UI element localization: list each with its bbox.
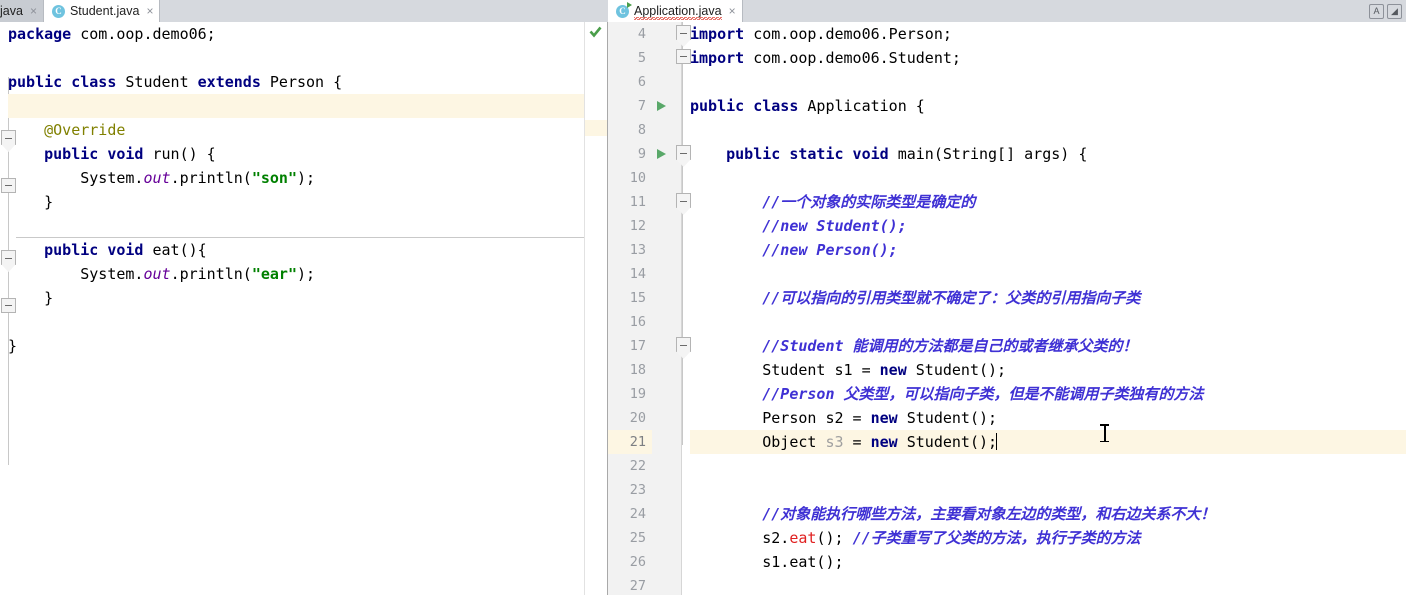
close-icon[interactable]: ×: [28, 5, 37, 17]
code-line[interactable]: [8, 310, 585, 334]
line-number: 23: [629, 482, 646, 498]
right-editor-pane[interactable]: 4 5 6 7 8 9 10 11 12 13 14 15 16 17 18 19 20 21 22 23 24 25 26…: [608, 22, 1406, 595]
fold-guide-line: [682, 22, 683, 445]
line-number: 18: [629, 362, 646, 378]
left-inspection-gutter[interactable]: [584, 22, 607, 595]
tab-label: Student.java: [69, 4, 140, 18]
mouse-text-cursor: [1100, 424, 1109, 442]
right-editor-tabbar: C Application.java ×: [608, 0, 1336, 22]
left-editor-pane[interactable]: package com.oop.demo06; public class Stu…: [0, 22, 608, 595]
code-line[interactable]: [690, 478, 1406, 502]
code-line[interactable]: }: [8, 190, 585, 214]
code-line[interactable]: System.out.println("ear");: [8, 262, 585, 286]
code-line[interactable]: }: [8, 286, 585, 310]
line-number: 26: [629, 554, 646, 570]
code-line[interactable]: //一个对象的实际类型是确定的: [690, 190, 1406, 214]
code-line[interactable]: [690, 118, 1406, 142]
close-icon[interactable]: ×: [727, 5, 736, 17]
line-number: 5: [637, 50, 646, 66]
run-arrow-icon[interactable]: [654, 94, 668, 118]
current-line-marker: [585, 120, 607, 136]
tab-label: java: [0, 4, 23, 18]
code-line[interactable]: [690, 262, 1406, 286]
code-line[interactable]: @Override: [8, 118, 585, 142]
right-code-area[interactable]: import com.oop.demo06.Person; import com.…: [690, 22, 1406, 595]
code-line[interactable]: package com.oop.demo06;: [8, 22, 585, 46]
run-flag-icon: [627, 1, 632, 8]
code-line[interactable]: import com.oop.demo06.Student;: [690, 46, 1406, 70]
code-line[interactable]: Person s2 = new Student();: [690, 406, 1406, 430]
line-number: 15: [629, 290, 646, 306]
tab-label: Application.java: [634, 4, 722, 20]
line-number: 6: [637, 74, 646, 90]
java-runnable-class-icon: C: [616, 1, 632, 18]
code-line[interactable]: public void run() {: [8, 142, 585, 166]
code-line[interactable]: }: [8, 334, 585, 358]
code-line[interactable]: import com.oop.demo06.Person;: [690, 22, 1406, 46]
code-line[interactable]: //new Person();: [690, 238, 1406, 262]
code-line[interactable]: public static void main(String[] args) {: [690, 142, 1406, 166]
left-editor-tabbar: java × C Student.java ×: [0, 0, 608, 22]
code-line[interactable]: //Person 父类型，可以指向子类，但是不能调用子类独有的方法: [690, 382, 1406, 406]
line-number: 4: [637, 26, 646, 42]
code-line[interactable]: [690, 70, 1406, 94]
java-class-icon: C: [51, 4, 65, 18]
code-line[interactable]: [690, 166, 1406, 190]
code-line[interactable]: public void eat(){: [8, 238, 585, 262]
line-number: 22: [629, 458, 646, 474]
code-line[interactable]: [8, 46, 585, 70]
line-number: 14: [629, 266, 646, 282]
code-line[interactable]: //对象能执行哪些方法，主要看对象左边的类型，和右边关系不大！: [690, 502, 1406, 526]
code-line[interactable]: //new Student();: [690, 214, 1406, 238]
preview-icon[interactable]: ◢: [1387, 3, 1402, 19]
line-number: 19: [629, 386, 646, 402]
code-line[interactable]: [690, 310, 1406, 334]
line-number: 13: [629, 242, 646, 258]
ide-window: java × C Student.java × C Application.ja…: [0, 0, 1406, 595]
line-number: 21: [608, 430, 652, 454]
fold-marker[interactable]: [676, 25, 691, 40]
line-number: 7: [637, 98, 646, 114]
tab-application-java[interactable]: C Application.java ×: [608, 0, 743, 22]
line-number: 12: [629, 218, 646, 234]
line-number: 16: [629, 314, 646, 330]
right-line-number-column: 4 5 6 7 8 9 10 11 12 13 14 15 16 17 18 19 20 21 22 23 24 25 26…: [608, 22, 652, 595]
close-icon[interactable]: ×: [144, 5, 153, 17]
fold-marker[interactable]: [676, 145, 691, 160]
code-line[interactable]: [8, 214, 585, 238]
code-line[interactable]: s2.eat(); //子类重写了父类的方法，执行子类的方法: [690, 526, 1406, 550]
fold-marker[interactable]: [676, 337, 691, 352]
java-class-icon-letter: C: [51, 4, 65, 18]
code-line[interactable]: [690, 454, 1406, 478]
tab-java-truncated[interactable]: java ×: [0, 0, 44, 22]
code-line[interactable]: //Student 能调用的方法都是自己的或者继承父类的！: [690, 334, 1406, 358]
line-number: 9: [637, 146, 646, 162]
line-number: 8: [637, 122, 646, 138]
code-line[interactable]: //可以指向的引用类型就不确定了：父类的引用指向子类: [690, 286, 1406, 310]
code-line[interactable]: [8, 94, 585, 118]
run-arrow-icon[interactable]: [654, 142, 668, 166]
code-line[interactable]: Object s3 = new Student();: [690, 430, 1406, 454]
line-number: 11: [629, 194, 646, 210]
editor-corner-toolbar: A ◢: [1336, 0, 1406, 22]
line-number: 17: [629, 338, 646, 354]
code-line[interactable]: public class Application {: [690, 94, 1406, 118]
split-icon[interactable]: A: [1369, 3, 1384, 19]
line-number: 25: [629, 530, 646, 546]
inspection-ok-checkmark-icon: [589, 26, 602, 39]
fold-marker[interactable]: [676, 193, 691, 208]
code-line[interactable]: s1.eat();: [690, 550, 1406, 574]
tab-student-java[interactable]: C Student.java ×: [43, 0, 161, 22]
code-line[interactable]: Student s1 = new Student();: [690, 358, 1406, 382]
fold-marker[interactable]: [676, 49, 691, 64]
line-number: 24: [629, 506, 646, 522]
left-code-area[interactable]: package com.oop.demo06; public class Stu…: [8, 22, 585, 595]
line-number: 27: [629, 578, 646, 594]
line-number: 10: [629, 170, 646, 186]
right-fold-column[interactable]: [674, 22, 691, 595]
code-line[interactable]: public class Student extends Person {: [8, 70, 585, 94]
code-line[interactable]: System.out.println("son");: [8, 166, 585, 190]
code-line[interactable]: [690, 574, 1406, 595]
line-number: 20: [629, 410, 646, 426]
